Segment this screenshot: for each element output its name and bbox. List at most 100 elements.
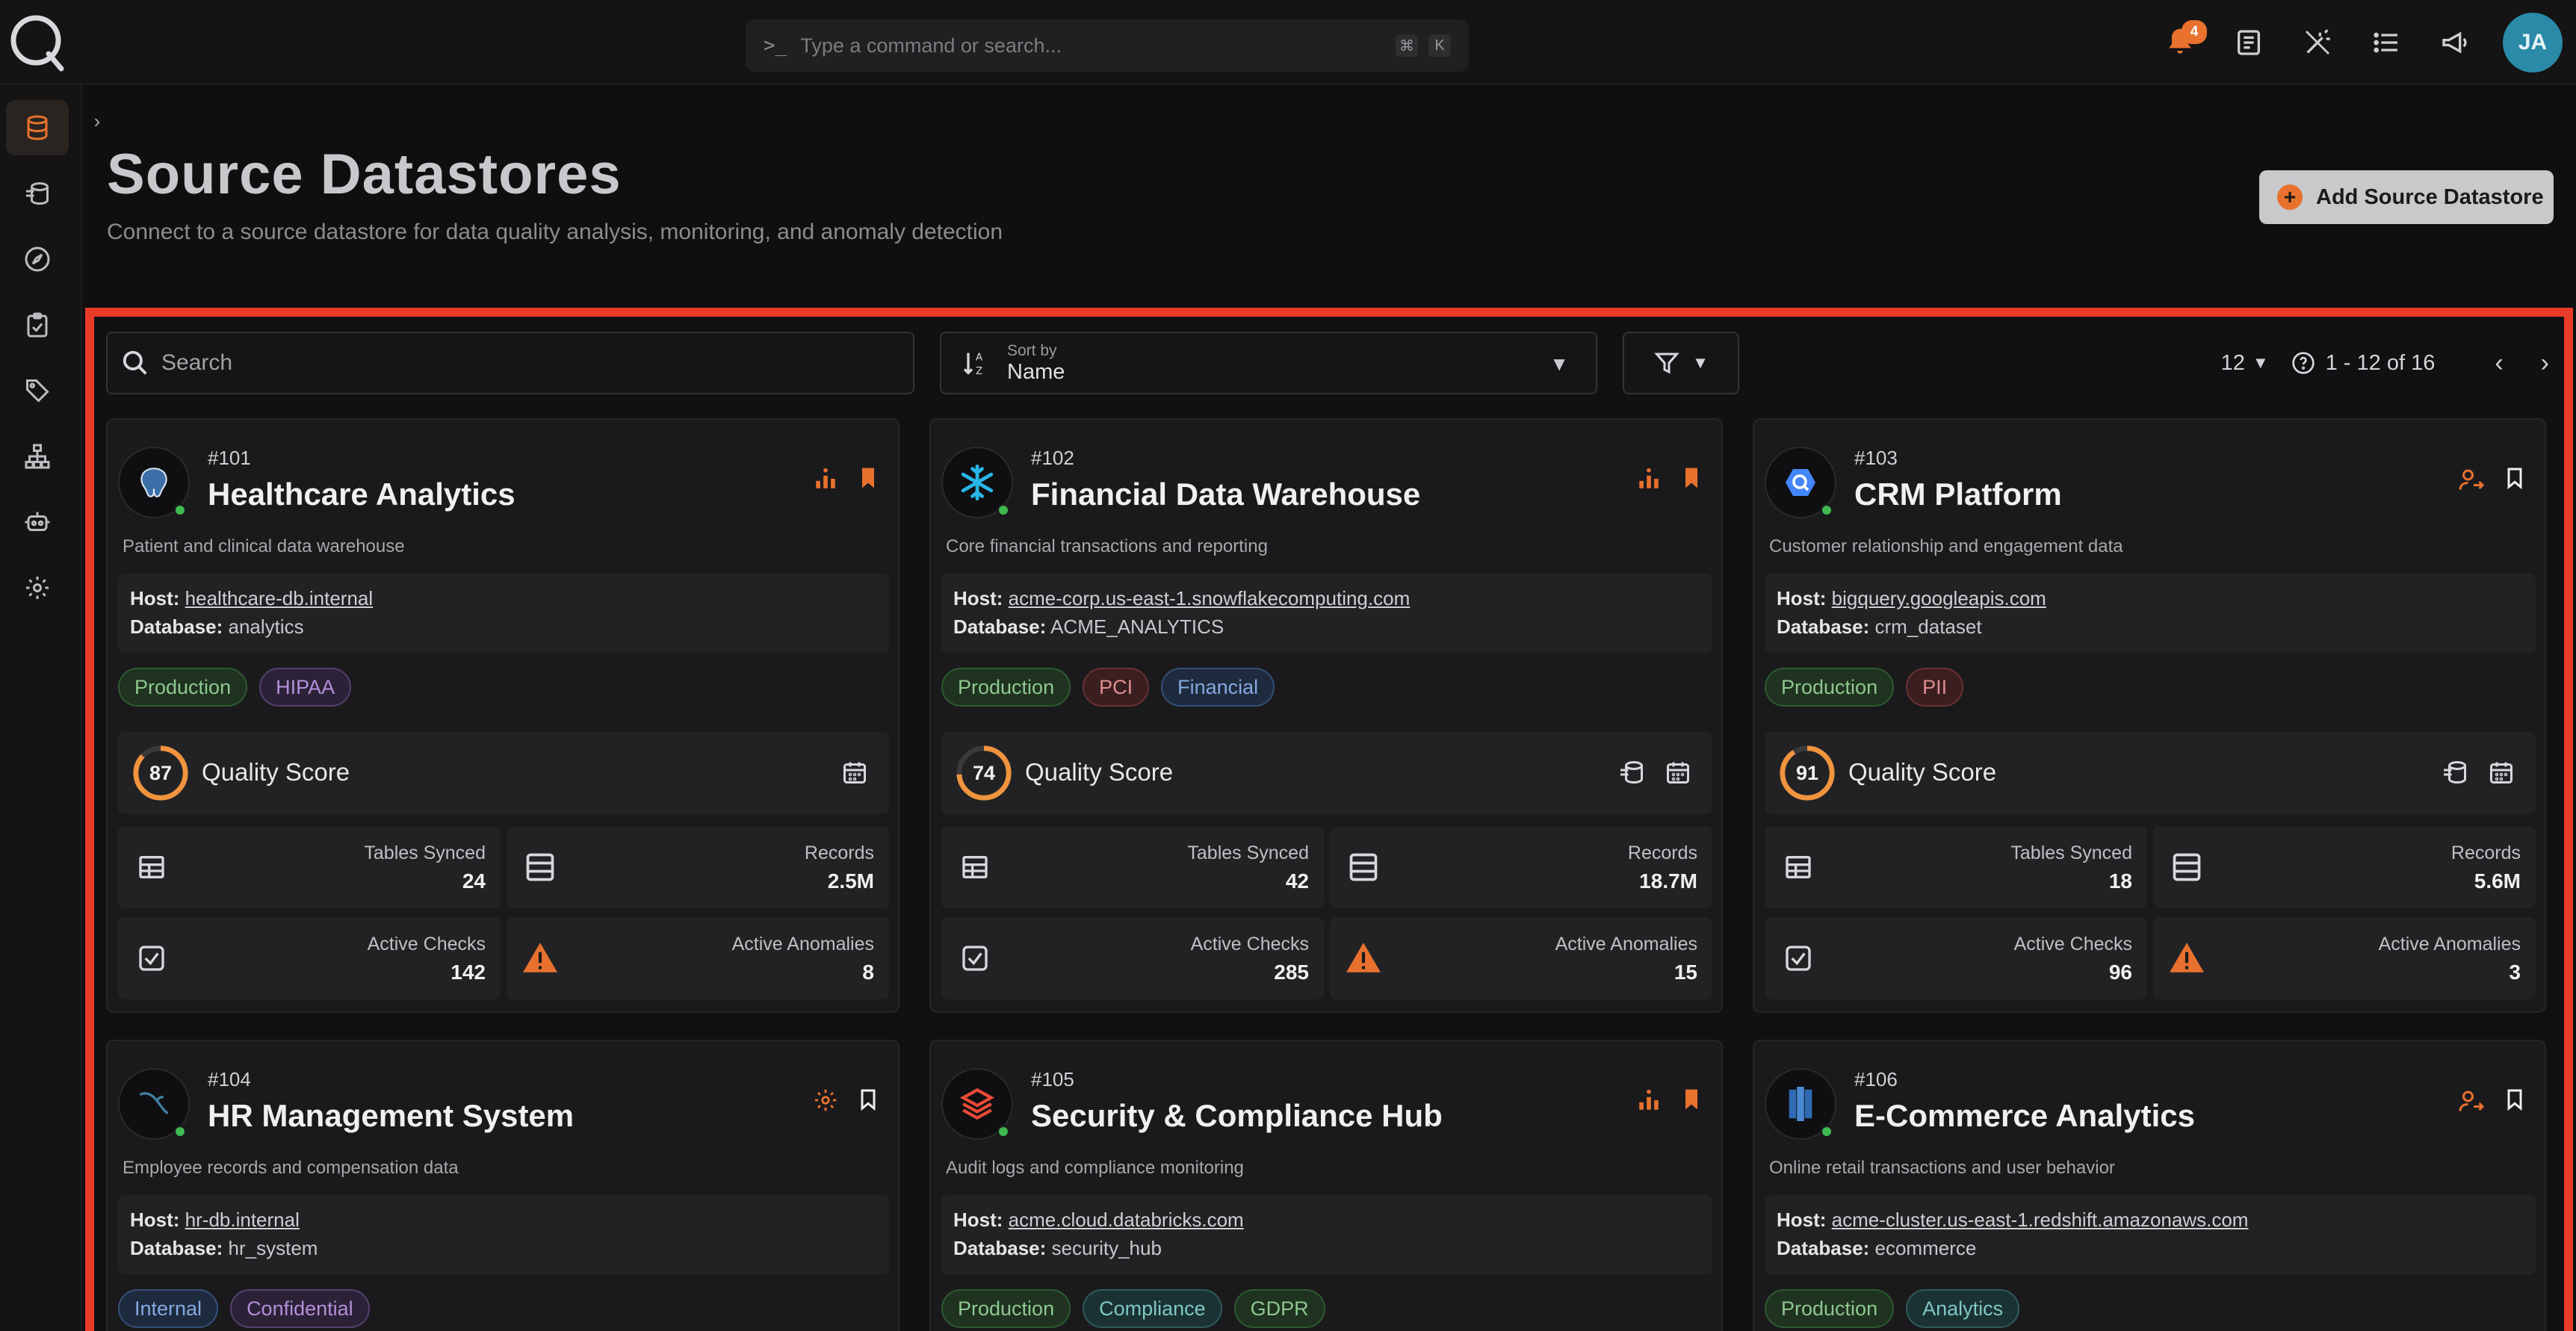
sort-select[interactable]: AZ Sort by Name ▼: [940, 332, 1597, 394]
datastore-card[interactable]: #103 CRM Platform Customer relationship …: [1753, 418, 2546, 1013]
tag[interactable]: GDPR: [1233, 1289, 1325, 1328]
command-search-bar[interactable]: >_ Type a command or search... ⌘ K: [746, 19, 1469, 72]
tag[interactable]: Production: [1765, 1289, 1895, 1328]
datastore-card[interactable]: #101 Healthcare Analytics Patient and cl…: [106, 418, 900, 1013]
host-label: Host:: [1777, 587, 1827, 609]
database-value: hr_system: [228, 1237, 318, 1259]
bookmark-outline-icon[interactable]: [2503, 466, 2527, 490]
add-source-datastore-label: Add Source Datastore: [2316, 184, 2544, 209]
search-placeholder: Search: [161, 350, 233, 375]
host-link[interactable]: acme-corp.us-east-1.snowflakecomputing.c…: [1009, 587, 1411, 609]
calendar-icon[interactable]: [841, 759, 868, 786]
user-share-icon[interactable]: [2458, 1088, 2485, 1114]
datastore-card[interactable]: #106 E-Commerce Analytics Online retail …: [1753, 1040, 2546, 1331]
sidebar-item-tags[interactable]: [6, 363, 69, 418]
sidebar-item-datastores[interactable]: [6, 100, 69, 155]
enrichment-icon: [26, 182, 49, 205]
notifications-button[interactable]: 4: [2159, 20, 2207, 63]
quality-score-row: 74 Quality Score: [941, 732, 1712, 814]
records-stat: Records 18.7M: [1330, 826, 1712, 908]
tag[interactable]: HIPAA: [259, 668, 352, 707]
sidebar-item-checks[interactable]: [6, 297, 69, 353]
datastore-name[interactable]: Healthcare Analytics: [208, 477, 515, 512]
sort-label: Sort by: [1007, 341, 1057, 359]
profile-chart-icon[interactable]: [813, 466, 838, 491]
sort-value: Name: [1007, 359, 1065, 384]
datastore-card[interactable]: #102 Financial Data Warehouse Core finan…: [929, 418, 1723, 1013]
profile-chart-icon[interactable]: [1636, 1088, 1662, 1113]
host-link[interactable]: healthcare-db.internal: [185, 587, 374, 609]
tag[interactable]: Production: [941, 668, 1071, 707]
bookmark-outline-icon[interactable]: [856, 1088, 880, 1111]
host-link[interactable]: acme-cluster.us-east-1.redshift.amazonaw…: [1832, 1209, 2249, 1231]
tag[interactable]: Analytics: [1906, 1289, 2020, 1328]
datastore-name[interactable]: Security & Compliance Hub: [1031, 1098, 1443, 1134]
tasks-button[interactable]: [2365, 22, 2407, 63]
host-label: Host:: [953, 1209, 1003, 1231]
bookmark-outline-icon[interactable]: [2503, 1088, 2527, 1111]
per-page-chevron-down-icon[interactable]: ▼: [2253, 353, 2269, 373]
theme-toggle-button[interactable]: [2297, 22, 2338, 63]
host-link[interactable]: hr-db.internal: [185, 1209, 300, 1231]
datastore-name[interactable]: Financial Data Warehouse: [1031, 477, 1420, 512]
stat-label: Tables Synced: [1187, 843, 1309, 863]
enrichment-icon[interactable]: [2442, 759, 2468, 786]
tag[interactable]: PII: [1906, 668, 1964, 707]
host-link[interactable]: bigquery.googleapis.com: [1832, 587, 2046, 609]
tag[interactable]: Internal: [118, 1289, 219, 1328]
bookmark-filled-icon[interactable]: [1679, 466, 1703, 490]
database-label: Database:: [1777, 1237, 1870, 1259]
calendar-icon[interactable]: [1665, 759, 1691, 786]
per-page-value[interactable]: 12: [2221, 351, 2245, 376]
sidebar-item-enrichment[interactable]: [6, 166, 69, 221]
datastore-description: Audit logs and compliance monitoring: [946, 1158, 1244, 1178]
prev-page-chevron-left-icon[interactable]: ‹: [2495, 349, 2503, 378]
sidebar-expand-chevron-icon[interactable]: ›: [84, 105, 111, 137]
pagination: 12 ▼ 1 - 12 of 16 ‹ ›: [2221, 332, 2564, 394]
megaphone-icon: [2442, 31, 2467, 54]
datastore-card[interactable]: #105 Security & Compliance Hub Audit log…: [929, 1040, 1723, 1331]
announcements-button[interactable]: [2434, 22, 2476, 63]
tag[interactable]: Production: [941, 1289, 1071, 1328]
calendar-icon[interactable]: [2488, 759, 2515, 786]
host-link[interactable]: acme.cloud.databricks.com: [1009, 1209, 1244, 1231]
datastore-id: #102: [1031, 447, 1074, 469]
docs-button[interactable]: [2228, 22, 2270, 63]
user-share-icon[interactable]: [2458, 466, 2485, 493]
active-anomalies-stat: Active Anomalies 3: [2153, 917, 2536, 999]
tag[interactable]: Production: [1765, 668, 1895, 707]
tag[interactable]: Financial: [1161, 668, 1275, 707]
help-circle-icon[interactable]: [2291, 351, 2315, 375]
datastore-list-panel: Search AZ Sort by Name ▼ ▼ 12 ▼ 1 - 12 o…: [85, 308, 2573, 1331]
enrichment-icon[interactable]: [1618, 759, 1645, 786]
sidebar-item-lineage[interactable]: [6, 429, 69, 484]
stat-value: 15: [1674, 961, 1697, 984]
stat-label: Active Checks: [2013, 934, 2132, 955]
add-source-datastore-button[interactable]: + Add Source Datastore: [2259, 170, 2554, 224]
user-avatar[interactable]: JA: [2503, 13, 2563, 72]
tag[interactable]: PCI: [1083, 668, 1150, 707]
datastore-card[interactable]: #104 HR Management System Employee recor…: [106, 1040, 900, 1331]
stat-label: Active Anomalies: [731, 934, 874, 955]
sidebar-item-agents[interactable]: [6, 494, 69, 550]
datastore-name[interactable]: HR Management System: [208, 1098, 574, 1134]
filter-button[interactable]: ▼: [1623, 332, 1739, 394]
filter-chevron-down-icon: ▼: [1692, 353, 1709, 372]
settings-gear-icon[interactable]: [813, 1088, 838, 1113]
profile-chart-icon[interactable]: [1636, 466, 1662, 491]
stat-value: 24: [462, 869, 486, 893]
tag[interactable]: Compliance: [1083, 1289, 1222, 1328]
datastore-name[interactable]: E-Commerce Analytics: [1854, 1098, 2195, 1134]
sidebar-item-explore[interactable]: [6, 232, 69, 287]
svg-text:A: A: [976, 353, 982, 364]
bookmark-filled-icon[interactable]: [856, 466, 880, 490]
datastore-name[interactable]: CRM Platform: [1854, 477, 2062, 512]
stat-label: Records: [2450, 843, 2521, 863]
tag[interactable]: Confidential: [230, 1289, 370, 1328]
next-page-chevron-right-icon[interactable]: ›: [2541, 349, 2549, 378]
search-input[interactable]: Search: [106, 332, 914, 394]
app-logo-icon[interactable]: [7, 12, 67, 72]
bookmark-filled-icon[interactable]: [1679, 1088, 1703, 1111]
tag[interactable]: Production: [118, 668, 248, 707]
sidebar-item-settings[interactable]: [6, 560, 69, 615]
